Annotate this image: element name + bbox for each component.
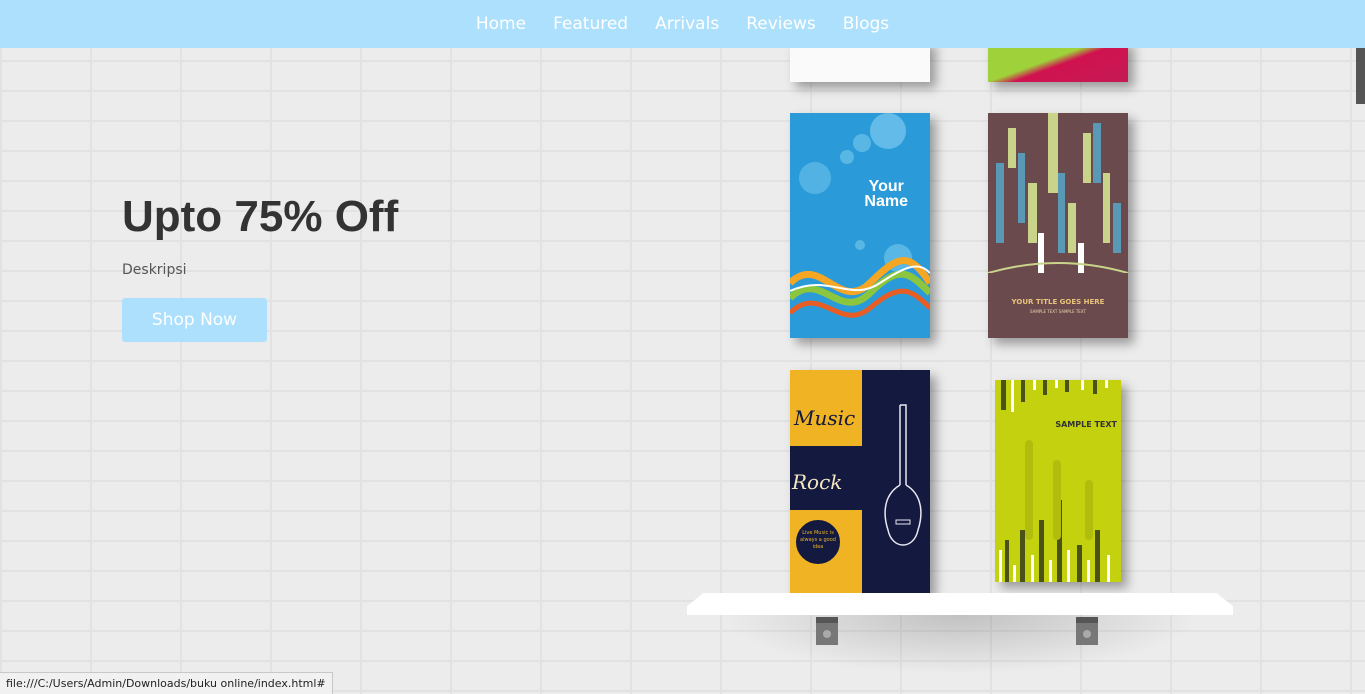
book-subtitle-text: SAMPLE TEXT SAMPLE TEXT <box>1030 309 1086 314</box>
book-cover-art <box>790 113 930 318</box>
navbar: Home Featured Arrivals Reviews Blogs <box>0 0 1365 48</box>
shelf <box>687 593 1233 615</box>
book-cover-title: Your Name <box>864 178 908 210</box>
book-music-text: Music <box>794 406 856 430</box>
book-badge: Live Music is always a good idea <box>794 518 842 566</box>
nav-featured-link[interactable]: Featured <box>553 14 628 34</box>
nav-reviews-link[interactable]: Reviews <box>746 14 816 34</box>
nav-blogs-link[interactable]: Blogs <box>843 14 889 34</box>
book-cover-sample-text[interactable]: SAMPLE TEXT <box>995 380 1121 582</box>
hero-description: Deskripsi <box>122 262 187 278</box>
book-title-text: YOUR TITLE GOES HERE <box>1011 298 1105 306</box>
nav-arrivals-link[interactable]: Arrivals <box>655 14 719 34</box>
hero-title: Upto 75% Off <box>122 192 399 241</box>
book-rock-text: Rock <box>792 470 843 494</box>
book-cover-your-name[interactable]: Your Name <box>790 113 930 338</box>
book-cover-hands[interactable]: YOUR TITLE GOES HERE SAMPLE TEXT SAMPLE … <box>988 113 1128 338</box>
shop-now-button[interactable]: Shop Now <box>122 298 267 342</box>
hands-art <box>988 113 1128 274</box>
shelf-shadow <box>720 615 1200 675</box>
shelf-bracket-left <box>816 617 838 645</box>
browser-status-bar: file:///C:/Users/Admin/Downloads/buku on… <box>0 672 333 694</box>
guitar-icon <box>884 404 922 546</box>
book-cover-music-rock[interactable]: Music Rock Live Music is always a good i… <box>790 370 930 593</box>
hero-section: Upto 75% Off Deskripsi Shop Now <box>122 192 398 342</box>
nav-home-link[interactable]: Home <box>476 14 526 34</box>
book-sample-text: SAMPLE TEXT <box>1055 420 1117 429</box>
shelf-bracket-right <box>1076 617 1098 645</box>
book-cover-stripes <box>999 380 1110 582</box>
